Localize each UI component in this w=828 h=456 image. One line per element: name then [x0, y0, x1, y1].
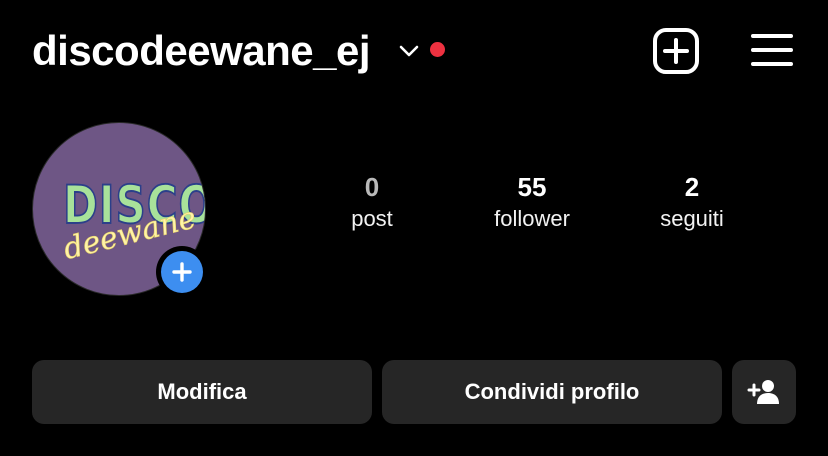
plus-square-icon[interactable]	[652, 27, 700, 75]
stat-posts[interactable]: 0 post	[292, 170, 452, 234]
username[interactable]: discodeewane_ej	[32, 26, 371, 76]
plus-icon	[172, 262, 192, 282]
top-bar: discodeewane_ej	[0, 0, 828, 100]
stat-followers[interactable]: 55 follower	[452, 170, 612, 234]
following-label: seguiti	[660, 206, 724, 231]
chevron-down-icon[interactable]	[398, 40, 420, 62]
add-story-button[interactable]	[156, 246, 208, 298]
posts-label: post	[351, 206, 393, 231]
followers-count: 55	[517, 172, 547, 202]
edit-profile-button[interactable]: Modifica	[32, 360, 372, 424]
add-person-icon	[747, 380, 779, 404]
discover-people-button[interactable]	[732, 360, 796, 424]
hamburger-menu-icon[interactable]	[750, 30, 794, 70]
add-story-badge	[161, 251, 203, 293]
stat-following[interactable]: 2 seguiti	[612, 170, 772, 234]
followers-label: follower	[494, 206, 570, 231]
following-count: 2	[684, 172, 700, 202]
notification-dot	[430, 42, 445, 57]
share-profile-button[interactable]: Condividi profilo	[382, 360, 722, 424]
profile-avatar-container: DISCO deewane	[32, 122, 208, 298]
posts-count: 0	[364, 172, 380, 202]
